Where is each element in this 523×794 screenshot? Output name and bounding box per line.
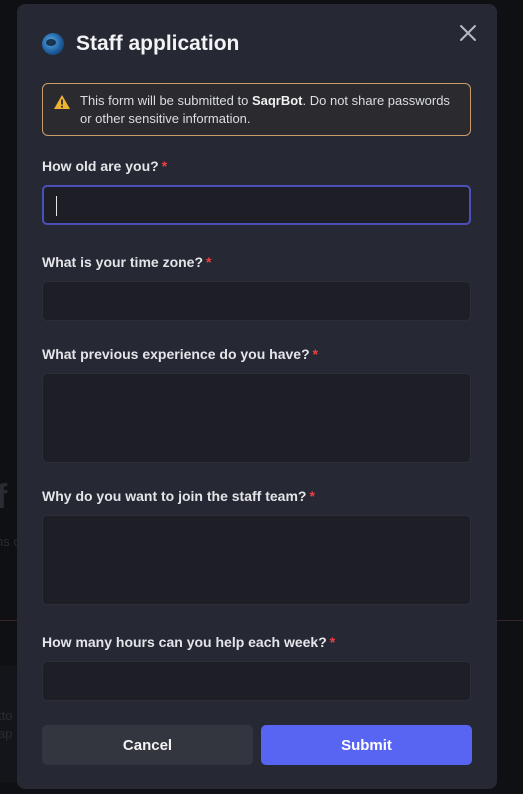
background-panel-text: tto <box>0 708 13 723</box>
question-label-age: How old are you? * <box>42 158 167 174</box>
notice-text: This form will be submitted to <box>80 93 252 108</box>
hours-input[interactable] <box>42 661 471 701</box>
staff-application-modal: Staff application This form will be subm… <box>17 4 497 789</box>
experience-textarea[interactable] <box>42 373 471 463</box>
required-asterisk: * <box>329 634 336 650</box>
question-label-hours: How many hours can you help each week? * <box>42 634 335 650</box>
background-panel-text: ap <box>0 726 13 741</box>
globe-avatar-icon <box>42 33 64 55</box>
question-text: How many hours can you help each week? <box>42 634 327 650</box>
question-label-experience: What previous experience do you have? * <box>42 346 318 362</box>
question-text: How old are you? <box>42 158 159 174</box>
required-asterisk: * <box>206 254 212 270</box>
required-asterisk: * <box>161 158 168 174</box>
cancel-button[interactable]: Cancel <box>42 725 253 765</box>
modal-title: Staff application <box>76 32 240 55</box>
text-caret <box>56 196 57 216</box>
motivation-textarea[interactable] <box>42 515 471 605</box>
background-heading-fragment: f <box>0 478 8 516</box>
question-text: What previous experience do you have? <box>42 346 310 362</box>
age-input[interactable] <box>42 185 471 225</box>
bot-name: SaqrBot <box>251 93 303 108</box>
required-asterisk: * <box>312 346 319 362</box>
question-text: What is your time zone? <box>42 254 204 270</box>
question-text: Why do you want to join the staff team? <box>42 488 307 504</box>
question-label-motivation: Why do you want to join the staff team? * <box>42 488 315 504</box>
submit-button[interactable]: Submit <box>261 725 472 765</box>
warning-notice: This form will be submitted to SaqrBot. … <box>42 83 471 136</box>
required-asterisk: * <box>309 488 315 504</box>
warning-icon <box>53 94 71 110</box>
modal-header: Staff application <box>42 32 239 56</box>
close-icon[interactable] <box>459 24 477 42</box>
question-label-timezone: What is your time zone? * <box>42 254 211 270</box>
timezone-input[interactable] <box>42 281 471 321</box>
